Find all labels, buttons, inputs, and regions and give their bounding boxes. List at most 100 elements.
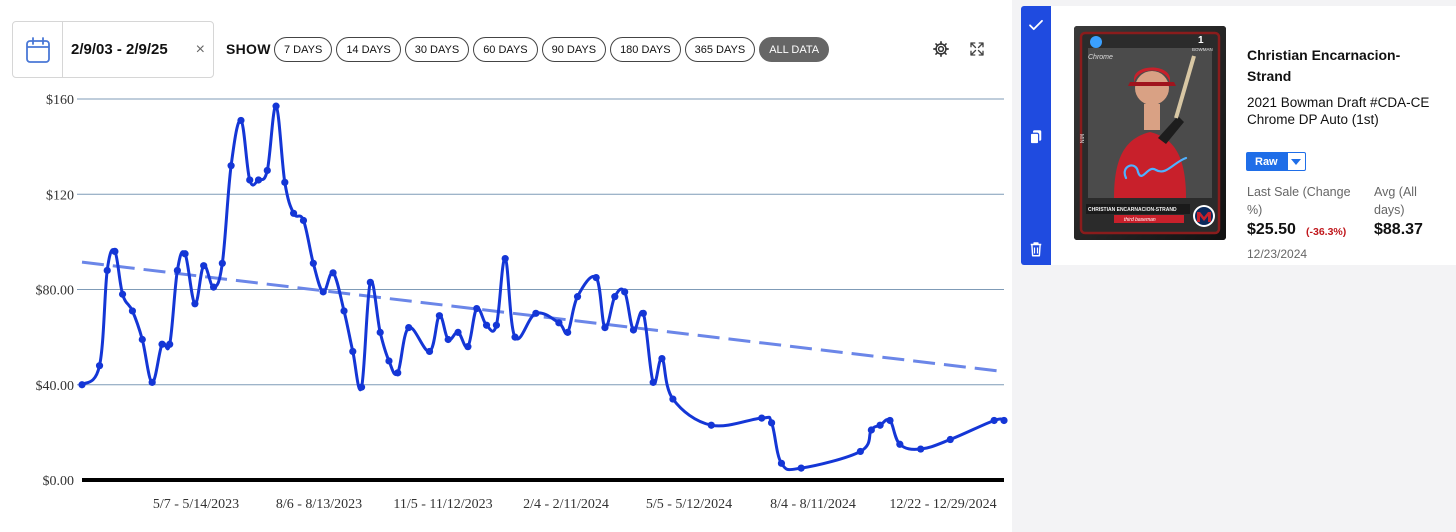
range-button-180-days[interactable]: 180 DAYS [610,37,681,62]
sale-point[interactable] [777,459,786,467]
sale-point[interactable] [464,343,472,351]
sale-point[interactable] [658,354,666,363]
sale-point[interactable] [246,176,254,184]
sale-point[interactable] [78,381,86,389]
sale-point[interactable] [95,362,104,370]
sale-point[interactable] [511,333,519,341]
sale-point[interactable] [357,383,366,391]
grade-button[interactable]: Raw [1246,152,1287,171]
sale-point[interactable] [281,178,289,186]
sale-point[interactable] [200,262,208,270]
sale-point[interactable] [173,266,181,275]
sale-point[interactable] [876,421,884,429]
sale-point[interactable] [309,259,317,267]
copy-icon[interactable] [1027,128,1045,146]
sale-point[interactable] [564,328,572,336]
check-icon[interactable] [1027,16,1045,34]
sale-point[interactable] [767,419,776,427]
sale-point[interactable] [867,426,875,434]
range-button-60-days[interactable]: 60 DAYS [473,37,538,62]
sale-point[interactable] [621,288,629,296]
sale-point[interactable] [366,278,374,286]
sale-point[interactable] [111,247,119,255]
sale-point[interactable] [639,309,647,317]
sale-point[interactable] [492,321,501,329]
grade-select[interactable]: Raw [1246,152,1306,171]
sale-point[interactable] [501,254,509,263]
chevron-down-icon[interactable] [1286,152,1306,171]
sale-point[interactable] [319,288,327,296]
sale-point[interactable] [218,259,226,267]
gear-icon[interactable] [932,40,950,58]
expand-icon[interactable] [968,40,986,58]
sale-point[interactable] [454,328,462,336]
date-range-picker[interactable]: 2/9/03 - 2/9/25 × [12,21,214,78]
sale-point[interactable] [611,293,619,301]
sale-point[interactable] [797,464,805,472]
sale-point[interactable] [473,304,481,313]
sale-point[interactable] [444,335,452,344]
sale-point[interactable] [629,326,638,334]
sale-point[interactable] [946,435,954,444]
chart-panel: 2/9/03 - 2/9/25 × SHOW 7 DAYS 14 DAYS 30 D… [0,0,1012,532]
sale-point[interactable] [482,321,491,329]
sale-point[interactable] [103,266,111,275]
x-tick-label: 8/4 - 8/11/2024 [770,497,856,512]
sale-point[interactable] [263,166,271,175]
sale-point[interactable] [148,378,156,386]
card-set-line-1: 2021 Bowman Draft #CDA-CE [1247,95,1430,110]
calendar-icon[interactable] [13,22,63,77]
sale-point[interactable] [707,421,715,429]
sale-point[interactable] [209,283,218,291]
sale-point[interactable] [573,293,582,301]
sale-point[interactable] [289,209,298,217]
sale-point[interactable] [254,176,263,184]
average-label: Avg (All days) [1374,185,1417,217]
sale-point[interactable] [166,340,174,348]
sale-point[interactable] [128,307,137,315]
sale-point[interactable] [532,309,540,317]
clear-date-icon[interactable]: × [196,41,205,59]
sale-point[interactable] [435,312,443,320]
card-set-line-2: Chrome DP Auto (1st) [1247,112,1379,127]
sale-point[interactable] [299,216,308,225]
sale-point[interactable] [158,340,166,348]
range-button-90-days[interactable]: 90 DAYS [541,37,607,62]
card-image[interactable]: Chrome 1 BOWMAN MIN CHRISTIAN ENCARNACIO… [1074,26,1226,240]
sale-point[interactable] [340,307,348,315]
sale-point[interactable] [118,290,127,298]
sale-point[interactable] [1000,416,1008,425]
sale-point[interactable] [592,273,600,282]
trash-icon[interactable] [1027,240,1045,258]
sale-point[interactable] [886,416,894,425]
sale-point[interactable] [990,416,998,425]
price-chart: $0.00 $40.00 $80.00 $120 $160 5/7 - 5/14/202… [36,93,1008,512]
sale-point[interactable] [896,440,904,448]
sale-point[interactable] [425,347,434,356]
range-button-365-days[interactable]: 365 DAYS [684,37,756,62]
sale-point[interactable] [227,162,235,170]
range-button-all-data[interactable]: ALL DATA [759,37,830,62]
sale-point[interactable] [237,116,245,125]
sale-point[interactable] [856,447,864,456]
range-button-14-days[interactable]: 14 DAYS [336,37,401,62]
sale-point[interactable] [272,102,280,110]
sale-point[interactable] [405,324,413,332]
sale-point[interactable] [394,369,402,377]
sale-point[interactable] [669,395,677,403]
sale-point[interactable] [917,445,925,453]
range-button-7-days[interactable]: 7 DAYS [274,37,333,62]
sale-point[interactable] [349,347,357,356]
sale-point[interactable] [191,300,199,308]
sale-point[interactable] [758,414,766,422]
sale-point[interactable] [138,335,146,344]
sale-point[interactable] [649,378,657,386]
range-button-30-days[interactable]: 30 DAYS [404,37,470,62]
sale-point[interactable] [181,250,189,258]
sale-point[interactable] [555,319,563,327]
sale-point[interactable] [385,357,393,365]
sale-point[interactable] [329,269,337,277]
card-number: 1 [1198,35,1204,46]
sale-point[interactable] [601,324,609,332]
sale-point[interactable] [376,328,384,336]
